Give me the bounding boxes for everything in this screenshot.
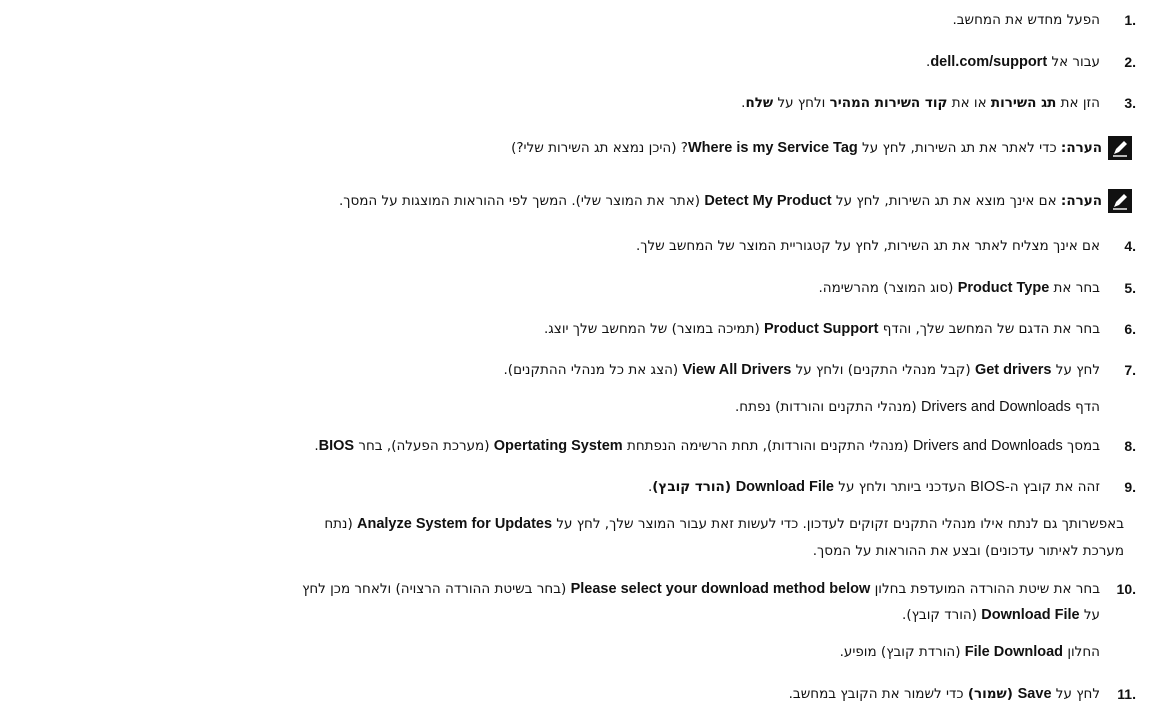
step-text: בחר את Product Type (סוג המוצר) מהרשימה. [818,280,1101,296]
support-url-link[interactable]: dell.com/support [930,54,1047,70]
step-text: לחץ על Get drivers (קבל מנהלי התקנים) ול… [503,362,1100,378]
step-text: בחר את שיטת ההורדה המועדפת בחלון Please … [302,581,1100,597]
step-number: 4. [1124,238,1136,254]
document-page: 1. הפעל מחדש את המחשב. 2. עבור אל dell.c… [0,0,1152,716]
note-content: הערה: כדי לאתר את תג השירות, לחץ על Wher… [511,136,1132,160]
step-number: 8. [1124,438,1136,454]
note-text: הערה: אם אינך מוצא את תג השירות, לחץ על … [338,193,1102,209]
step-text: אם אינך מצליח לאתר את תג השירות, לחץ על … [635,238,1100,254]
step-number: 3. [1124,95,1136,111]
step-number: 10. [1116,581,1136,597]
pencil-note-icon [1108,136,1132,160]
note-content: הערה: אם אינך מוצא את תג השירות, לחץ על … [339,189,1132,213]
step-text: במסך Drivers and Downloads (מנהלי התקנים… [314,438,1100,454]
note-text: הערה: כדי לאתר את תג השירות, לחץ על Wher… [511,140,1102,156]
step-number: 7. [1124,362,1136,378]
step-number: 11. [1117,686,1136,702]
step-text: בחר את הדגם של המחשב שלך, והדף Product S… [543,321,1100,337]
step-text: זהה את קובץ ה-BIOS העדכני ביותר ולחץ על … [647,479,1100,495]
paragraph-text: באפשרותך גם לנתח אילו מנהלי התקנים זקוקי… [324,516,1124,532]
step-text-continued: על Download File (הורד קובץ). [902,607,1100,623]
step-number: 9. [1124,479,1136,495]
step-number: 2. [1124,54,1136,70]
step-text: לחץ על Save (שמור) כדי לשמור את הקובץ במ… [788,686,1100,702]
note-1: הערה: כדי לאתר את תג השירות, לחץ על Wher… [0,136,1142,162]
step-subtext: החלון File Download (הורדת קובץ) מופיע. [839,644,1100,660]
note-2: הערה: אם אינך מוצא את תג השירות, לחץ על … [0,189,1142,215]
step-text: עבור אל dell.com/support. [926,54,1100,70]
step-number: 6. [1124,321,1136,337]
step-number: 1. [1124,12,1136,28]
step-number: 5. [1124,280,1136,296]
step-text: הפעל מחדש את המחשב. [952,12,1100,28]
step-subtext: הדף Drivers and Downloads (מנהלי התקנים … [734,399,1100,415]
step-text: הזן את תג השירות או את קוד השירות המהיר … [741,95,1100,111]
paragraph-text: מערכת לאיתור עדכונים) ובצע את ההוראות על… [812,543,1124,559]
pencil-note-icon [1108,189,1132,213]
